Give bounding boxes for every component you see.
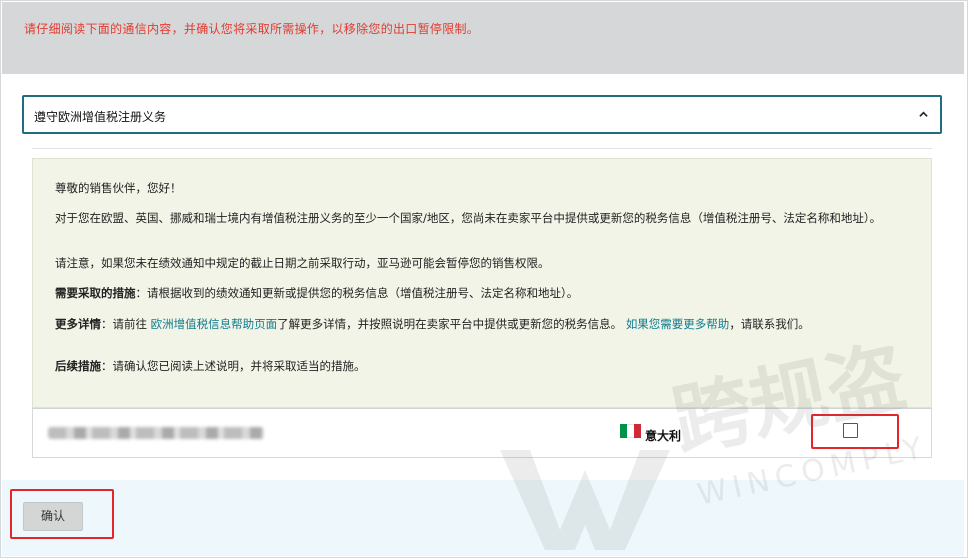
- more-details-text-2: 了解更多详情，并按照说明在卖家平台中提供或更新您的税务信息。: [277, 317, 626, 331]
- notice-follow-up: 后续措施：请确认您已阅读上述说明，并将采取适当的措施。: [55, 358, 917, 374]
- more-details-label: 更多详情: [55, 317, 101, 331]
- checkbox-highlight-box: [811, 414, 899, 449]
- footer-bar: [2, 480, 964, 556]
- follow-up-label: 后续措施: [55, 359, 101, 373]
- flag-stripe-white: [627, 424, 634, 438]
- notice-paragraph-2: 请注意，如果您未在绩效通知中规定的截止日期之前采取行动，亚马逊可能会暂停您的销售…: [55, 256, 550, 270]
- notice-greeting: 尊敬的销售伙伴，您好！: [55, 181, 182, 195]
- flag-stripe-red: [634, 424, 641, 438]
- redacted-store-name: [48, 427, 264, 439]
- vat-obligation-accordion[interactable]: 遵守欧洲增值税注册义务: [22, 95, 942, 134]
- notice-action: 需要采取的措施：请根据收到的绩效通知更新或提供您的税务信息（增值税注册号、法定名…: [55, 285, 917, 301]
- follow-up-text: ：请确认您已阅读上述说明，并将采取适当的措施。: [101, 359, 366, 373]
- accordion-title: 遵守欧洲增值税注册义务: [34, 110, 167, 124]
- alert-banner-text: 请仔细阅读下面的通信内容，并确认您将采取所需操作，以移除您的出口暂停限制。: [24, 22, 480, 36]
- country-name: 意大利: [645, 429, 682, 443]
- chevron-up-icon[interactable]: [919, 110, 928, 119]
- vat-help-page-link[interactable]: 欧洲增值税信息帮助页面: [151, 317, 278, 331]
- more-details-text-1: ：请前往: [101, 317, 151, 331]
- confirm-highlight-box: [10, 489, 114, 539]
- notice-paragraph-1: 对于您在欧盟、英国、挪威和瑞士境内有增值税注册义务的至少一个国家/地区，您尚未在…: [55, 211, 882, 225]
- more-help-link[interactable]: 如果您需要更多帮助: [626, 317, 730, 331]
- divider: [32, 148, 932, 149]
- row-divider: [32, 408, 932, 409]
- italy-flag-icon: [620, 424, 641, 438]
- action-label: 需要采取的措施: [55, 286, 136, 300]
- notice-more-details: 更多详情：请前往 欧洲增值税信息帮助页面了解更多详情，并按照说明在卖家平台中提供…: [55, 316, 917, 332]
- action-text: ：请根据收到的绩效通知更新或提供您的税务信息（增值税注册号、法定名称和地址）。: [135, 286, 579, 300]
- alert-banner: 请仔细阅读下面的通信内容，并确认您将采取所需操作，以移除您的出口暂停限制。: [2, 2, 964, 74]
- more-details-text-3: ，请联系我们。: [729, 317, 810, 331]
- notice-panel: 尊敬的销售伙伴，您好！ 对于您在欧盟、英国、挪威和瑞士境内有增值税注册义务的至少…: [32, 158, 932, 408]
- flag-stripe-green: [620, 424, 627, 438]
